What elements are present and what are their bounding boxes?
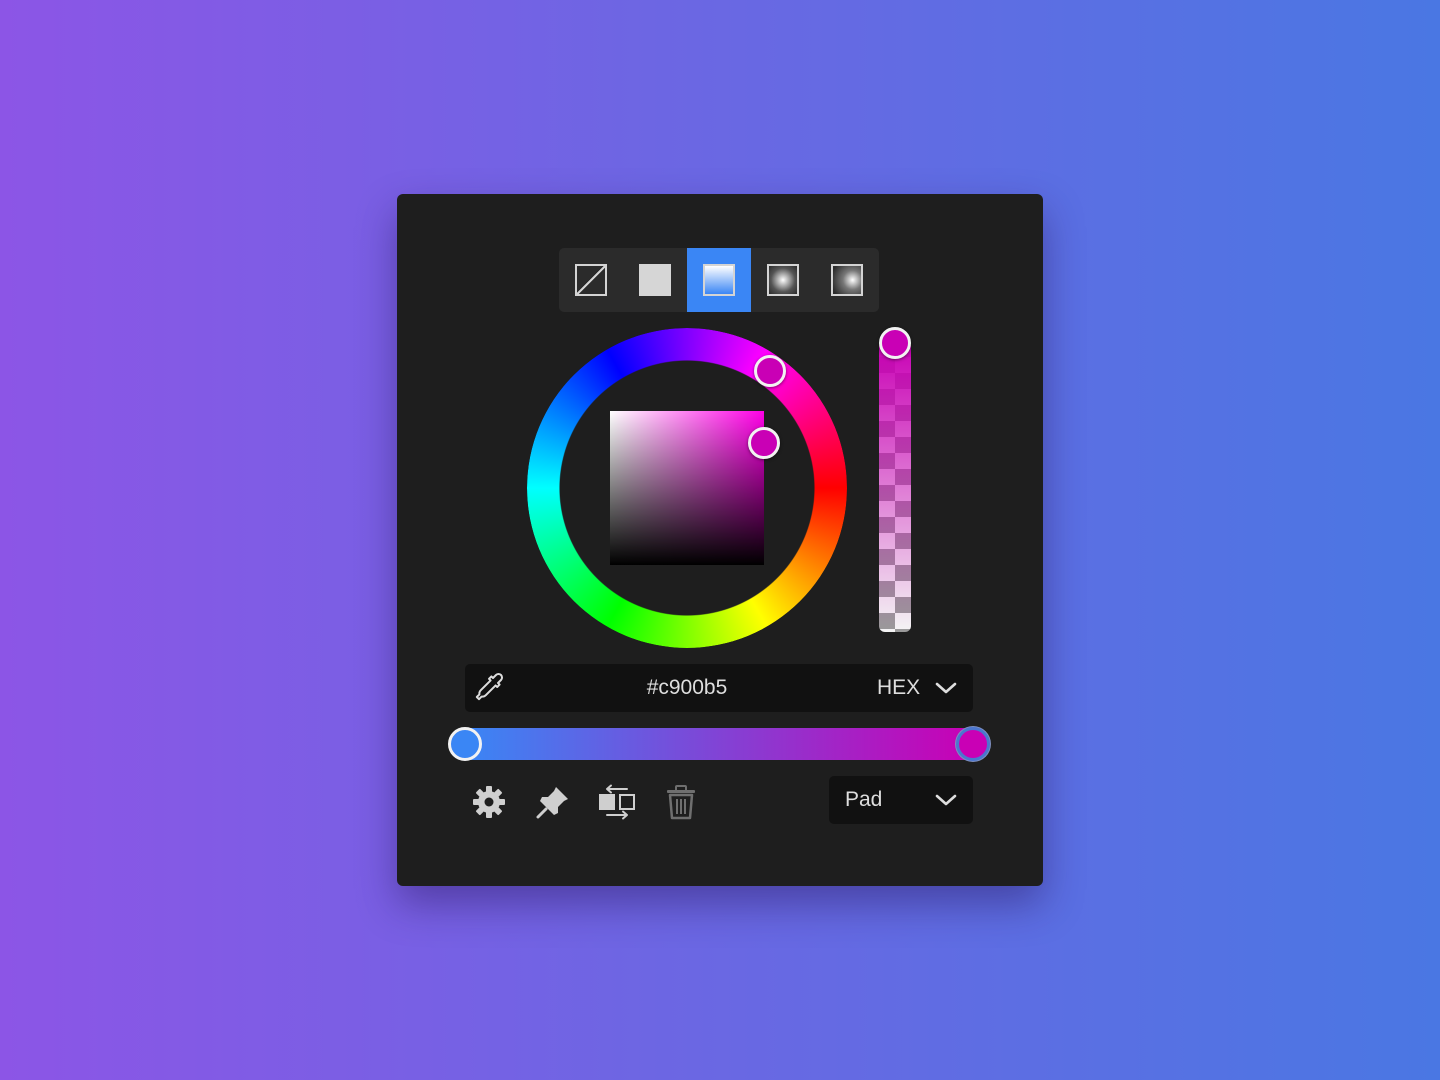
gradient-stop-end[interactable]: [956, 727, 990, 761]
chevron-down-icon: [935, 682, 957, 694]
fill-type-solid-button[interactable]: [623, 248, 687, 312]
saturation-value-handle[interactable]: [748, 427, 780, 459]
color-format-label: HEX: [877, 676, 921, 699]
color-format-dropdown[interactable]: HEX: [863, 664, 967, 712]
spread-method-dropdown[interactable]: Pad: [829, 776, 973, 824]
fill-type-toolbar: [559, 248, 879, 312]
color-picker-panel: #c900b5 HEX Pad: [397, 194, 1043, 886]
alpha-slider[interactable]: [879, 341, 911, 632]
alpha-slider-handle[interactable]: [879, 327, 911, 359]
trash-icon: [667, 785, 695, 820]
spread-method-label: Pad: [845, 788, 883, 811]
fill-type-angular-button[interactable]: [815, 248, 879, 312]
swap-icon: [599, 784, 635, 820]
delete-stop-button[interactable]: [661, 782, 701, 822]
gradient-stop-start[interactable]: [448, 727, 482, 761]
settings-button[interactable]: [469, 782, 509, 822]
angular-gradient-icon: [831, 264, 863, 296]
no-fill-icon: [575, 264, 607, 296]
swap-stops-button[interactable]: [597, 782, 637, 822]
hex-value-input[interactable]: #c900b5: [585, 664, 789, 712]
solid-fill-icon: [639, 264, 671, 296]
fill-type-radial-button[interactable]: [751, 248, 815, 312]
fill-type-linear-button[interactable]: [687, 248, 751, 312]
saturation-value-square[interactable]: [610, 411, 764, 565]
linear-gradient-icon: [703, 264, 735, 296]
gradient-slider-track[interactable]: [465, 728, 973, 760]
pin-icon: [536, 787, 568, 819]
eyedropper-button[interactable]: [471, 670, 507, 706]
hue-wheel-handle[interactable]: [754, 355, 786, 387]
chevron-down-icon: [935, 794, 957, 806]
pin-button[interactable]: [533, 782, 573, 822]
color-input-bar: #c900b5 HEX: [465, 664, 973, 712]
radial-gradient-icon: [767, 264, 799, 296]
eyedropper-icon: [475, 672, 504, 701]
fill-type-none-button[interactable]: [559, 248, 623, 312]
gear-icon: [473, 786, 505, 818]
